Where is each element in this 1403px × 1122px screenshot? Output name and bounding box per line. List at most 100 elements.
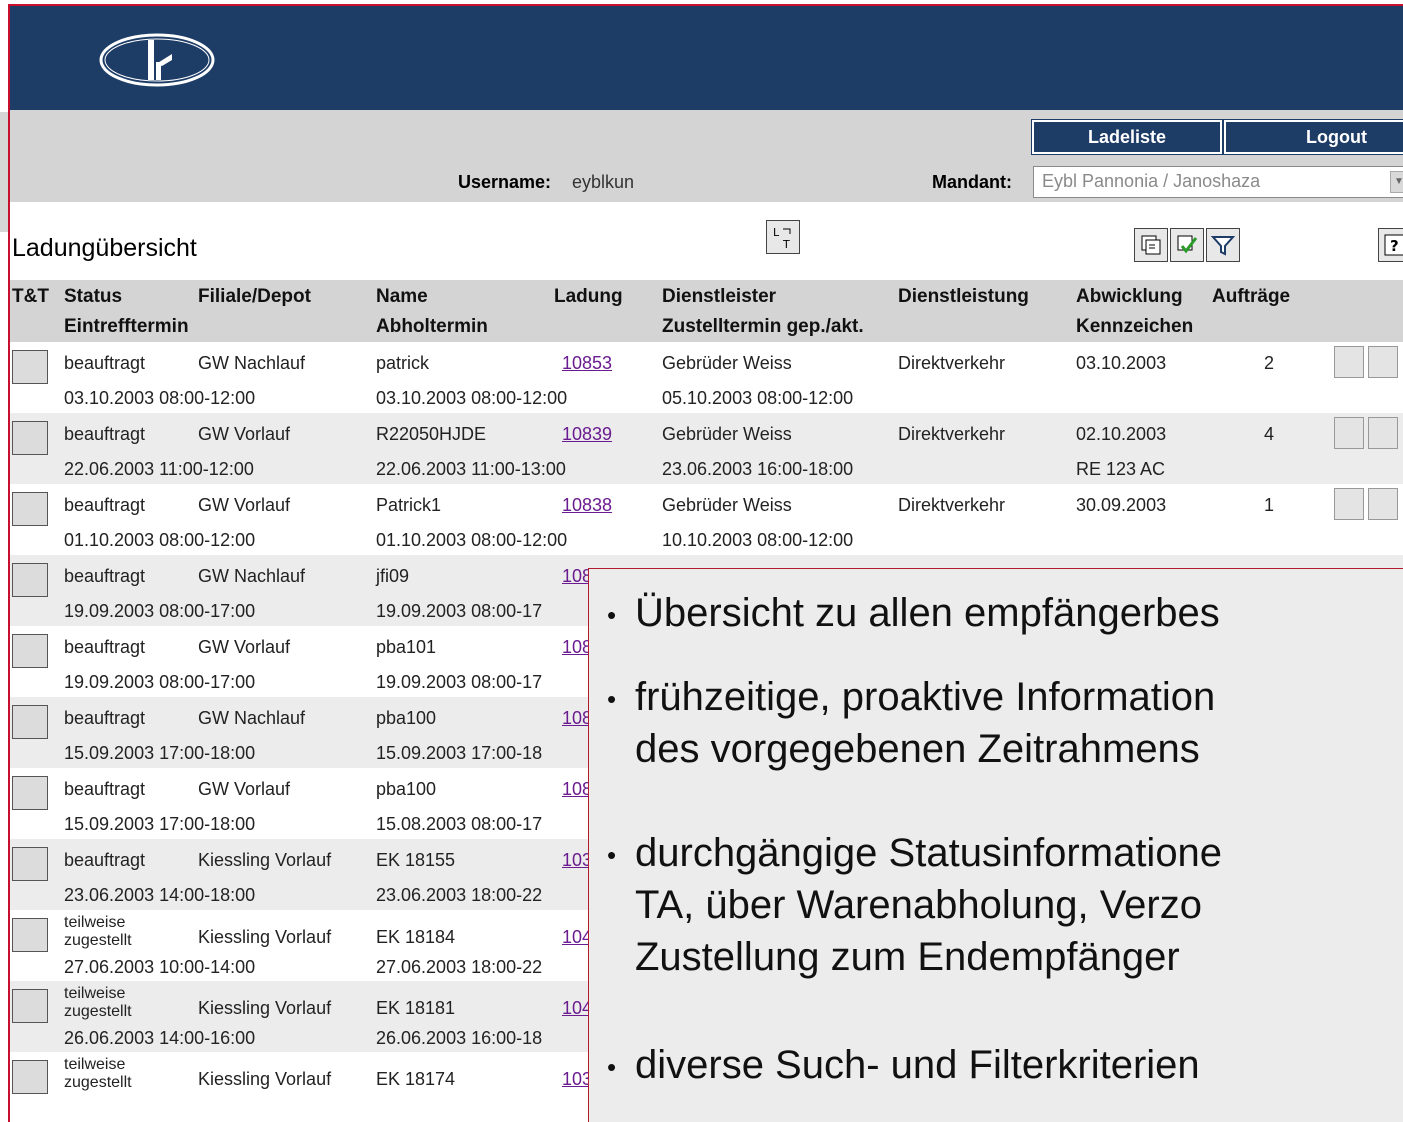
abhol-cell: 15.08.2003 08:00-17 — [376, 814, 543, 834]
name-cell: jfi09 — [376, 566, 410, 586]
col-dienstleister: Dienstleister — [662, 286, 777, 307]
col-name: Name — [376, 286, 428, 307]
status-cell: beauftragt — [64, 708, 146, 728]
abhol-cell: 22.06.2003 11:00-13:00 — [376, 459, 566, 479]
svg-text:L: L — [773, 226, 780, 239]
eintreff-cell: 03.10.2003 08:00-12:00 — [64, 388, 256, 408]
status-cell: beauftragt — [64, 850, 146, 870]
company-logo — [99, 33, 215, 87]
svg-text:T: T — [782, 238, 790, 250]
ladung-link[interactable]: 10853 — [562, 352, 612, 374]
bullet-continuation: Zustellung zum Endempfänger — [635, 935, 1180, 979]
delete-icon[interactable] — [1334, 488, 1364, 520]
abhol-cell: 15.09.2003 17:00-18 — [376, 743, 543, 763]
col-zustelltermin: Zustelltermin gep./akt. — [662, 316, 864, 337]
abhol-cell: 23.06.2003 18:00-22 — [376, 885, 543, 905]
dienstleister-cell: Gebrüder Weiss — [662, 495, 792, 515]
bullet-continuation: des vorgegebenen Zeitrahmens — [635, 727, 1200, 771]
name-cell: pba100 — [376, 708, 437, 728]
filiale-cell: GW Vorlauf — [198, 637, 291, 657]
page-title: Ladungübersicht — [12, 234, 197, 262]
abhol-cell: 27.06.2003 18:00-22 — [376, 957, 543, 977]
eintreff-cell: 01.10.2003 08:00-12:00 — [64, 530, 256, 550]
table-row[interactable]: beauftragt GW Vorlauf Patrick1 10838 Geb… — [10, 484, 1403, 555]
track-and-trace-icon[interactable] — [12, 847, 48, 881]
track-and-trace-icon[interactable] — [12, 776, 48, 810]
filiale-cell: GW Vorlauf — [198, 495, 291, 515]
abwicklung-cell: 02.10.2003 — [1076, 424, 1167, 444]
eintreff-cell: 19.09.2003 08:00-17:00 — [64, 601, 256, 621]
status-cell: teilweise — [64, 1056, 126, 1073]
track-and-trace-icon[interactable] — [12, 705, 48, 739]
track-and-trace-icon[interactable] — [12, 421, 48, 455]
delete-icon[interactable] — [1334, 417, 1364, 449]
dienstleistung-cell: Direktverkehr — [898, 495, 1006, 515]
edit-icon[interactable] — [1368, 488, 1398, 520]
header-bar — [10, 6, 1403, 110]
ladung-link[interactable]: 10839 — [562, 423, 612, 445]
eintreff-cell: 22.06.2003 11:00-12:00 — [64, 459, 254, 479]
track-and-trace-icon[interactable] — [12, 350, 48, 384]
username-value: eyblkun — [572, 172, 635, 192]
eintreff-cell: 15.09.2003 17:00-18:00 — [64, 814, 256, 834]
mandant-label: Mandant: — [932, 172, 1012, 192]
help-icon[interactable]: ? — [1378, 228, 1403, 262]
status-cell-line2: zugestellt — [64, 1003, 132, 1020]
ladeliste-button[interactable]: Ladeliste — [1031, 119, 1223, 155]
track-and-trace-icon[interactable] — [12, 1060, 48, 1094]
dienstleister-cell: Gebrüder Weiss — [662, 424, 792, 444]
dropdown-arrow-icon[interactable]: ▼ — [1390, 171, 1403, 193]
print-selected-icon[interactable] — [1170, 228, 1204, 262]
name-cell: pba100 — [376, 779, 437, 799]
filiale-cell: GW Nachlauf — [198, 353, 306, 373]
col-abwicklung: Abwicklung — [1076, 286, 1183, 307]
sort-layout-icon[interactable]: LT — [766, 220, 800, 254]
eintreff-cell: 15.09.2003 17:00-18:00 — [64, 743, 256, 763]
col-ladung: Ladung — [554, 286, 623, 307]
status-cell: teilweise — [64, 914, 126, 931]
status-cell: beauftragt — [64, 353, 146, 373]
print-icon[interactable] — [1134, 228, 1168, 262]
track-and-trace-icon[interactable] — [12, 989, 48, 1023]
status-cell: beauftragt — [64, 424, 146, 444]
auftraege-cell: 4 — [1264, 424, 1275, 444]
track-and-trace-icon[interactable] — [12, 492, 48, 526]
bullet-text: frühzeitige, proaktive Information — [635, 675, 1216, 719]
table-row[interactable]: beauftragt GW Nachlauf patrick 10853 Geb… — [10, 342, 1403, 413]
ladung-link[interactable]: 10838 — [562, 494, 612, 516]
mandant-select[interactable]: Eybl Pannonia / Janoshaza ▼ — [1033, 166, 1403, 198]
col-status: Status — [64, 286, 123, 307]
toolbar: Ladeliste Logout Username: eyblkun Manda… — [10, 110, 1403, 202]
zustell-cell: 23.06.2003 16:00-18:00 — [662, 459, 854, 479]
filiale-cell: GW Nachlauf — [198, 566, 306, 586]
status-cell-line2: zugestellt — [64, 932, 132, 949]
track-and-trace-icon[interactable] — [12, 563, 48, 597]
username-label: Username: — [458, 172, 552, 192]
name-cell: EK 18155 — [376, 850, 456, 870]
name-cell: Patrick1 — [376, 495, 442, 515]
table-row[interactable]: beauftragt GW Vorlauf R22050HJDE 10839 G… — [10, 413, 1403, 484]
mandant-value: Eybl Pannonia / Janoshaza — [1042, 171, 1261, 191]
filiale-cell: Kiessling Vorlauf — [198, 998, 332, 1018]
filiale-cell: Kiessling Vorlauf — [198, 927, 332, 947]
track-and-trace-icon[interactable] — [12, 634, 48, 668]
col-abholtermin: Abholtermin — [376, 316, 488, 337]
delete-icon[interactable] — [1334, 346, 1364, 378]
eintreff-cell: 19.09.2003 08:00-17:00 — [64, 672, 256, 692]
logout-button[interactable]: Logout — [1223, 119, 1403, 155]
edit-icon[interactable] — [1368, 417, 1398, 449]
status-cell: beauftragt — [64, 637, 146, 657]
abhol-cell: 01.10.2003 08:00-12:00 — [376, 530, 568, 550]
track-and-trace-icon[interactable] — [12, 918, 48, 952]
edit-icon[interactable] — [1368, 346, 1398, 378]
name-cell: EK 18174 — [376, 1069, 456, 1089]
zustell-cell: 10.10.2003 08:00-12:00 — [662, 530, 854, 550]
name-cell: patrick — [376, 353, 430, 373]
filter-icon[interactable] — [1206, 228, 1240, 262]
name-cell: pba101 — [376, 637, 437, 657]
dienstleister-cell: Gebrüder Weiss — [662, 353, 792, 373]
bullet-item: • Übersicht zu allen empfängerbes — [607, 591, 1220, 635]
bullet-item: • durchgängige Statusinformatione — [607, 831, 1223, 875]
abhol-cell: 19.09.2003 08:00-17 — [376, 672, 543, 692]
app-window: Ladeliste Logout Username: eyblkun Manda… — [8, 4, 1403, 1122]
